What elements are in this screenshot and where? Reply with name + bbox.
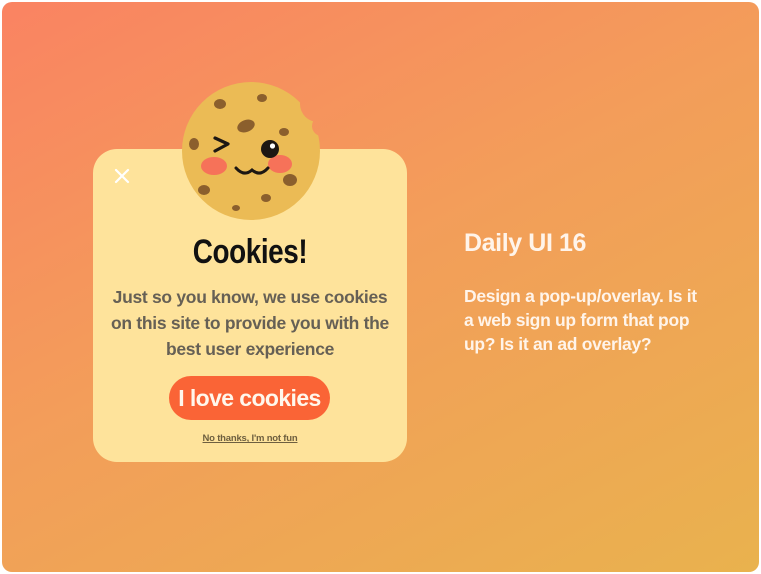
challenge-description: Design a pop-up/overlay. Is it a web sig… [464, 286, 697, 354]
popup-title: Cookies! [192, 233, 308, 271]
accept-cookies-button[interactable]: I love cookies [169, 376, 330, 420]
canvas: Cookies! Just so you know, we use cookie… [2, 2, 759, 572]
winking-cookie-icon [182, 82, 320, 220]
decline-cookies-link[interactable]: No thanks, I'm not fun [183, 432, 317, 446]
popup-message: Just so you know, we use cookies on this… [111, 287, 389, 359]
close-button[interactable] [111, 165, 133, 187]
challenge-title: Daily UI 16 [464, 229, 587, 257]
close-icon [114, 168, 130, 184]
